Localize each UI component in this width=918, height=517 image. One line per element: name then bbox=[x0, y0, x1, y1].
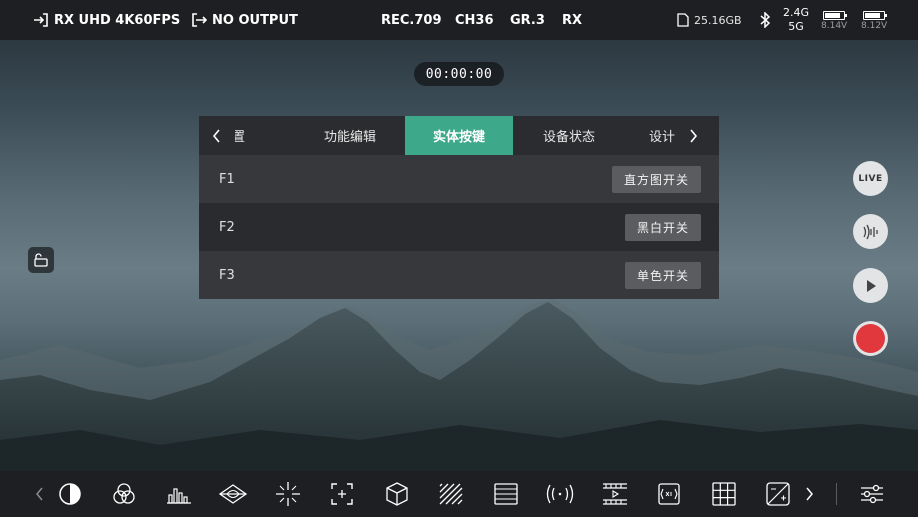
sd-card-icon bbox=[677, 13, 689, 27]
waveform-icon bbox=[494, 483, 518, 505]
record-dot-icon bbox=[856, 324, 885, 353]
toolbar-divider bbox=[836, 483, 837, 505]
tab-settings[interactable]: 设置 bbox=[219, 116, 279, 155]
rx-resolution-label: RX UHD 4K60FPS bbox=[54, 12, 181, 28]
tab-design-label: 设计 bbox=[649, 130, 676, 145]
tab-function-edit[interactable]: 功能编辑 bbox=[295, 116, 405, 155]
peaking-tool-button[interactable] bbox=[52, 471, 88, 517]
chevron-left-icon bbox=[36, 487, 43, 501]
button-key-label: F2 bbox=[219, 219, 235, 235]
timecode-display: 00:00:00 bbox=[414, 62, 504, 86]
menu-tab-bar: 设置 功能编辑 实体按键 设备状态 设计 bbox=[199, 116, 719, 155]
battery-1-status: 8.14V bbox=[821, 0, 847, 40]
button-row-f2: F2 黑白开关 bbox=[199, 203, 719, 251]
live-button[interactable]: LIVE bbox=[853, 161, 888, 196]
zebra-icon bbox=[439, 483, 463, 505]
lut-tool-button[interactable] bbox=[379, 471, 415, 517]
chevron-right-icon bbox=[806, 487, 813, 501]
zebra-tool-button[interactable] bbox=[433, 471, 469, 517]
button-key-label: F1 bbox=[219, 171, 235, 187]
lut-cube-icon bbox=[386, 482, 408, 506]
gr-label[interactable]: GR.3 bbox=[510, 0, 545, 40]
battery-1-icon bbox=[823, 10, 848, 20]
tab-physical-buttons-label: 实体按键 bbox=[432, 130, 485, 145]
mode-label[interactable]: RX bbox=[562, 0, 582, 40]
chevron-right-icon bbox=[690, 128, 698, 143]
vectorscope-tool-button[interactable] bbox=[215, 471, 251, 517]
chevron-left-icon bbox=[212, 128, 220, 143]
bluetooth-icon bbox=[760, 12, 771, 28]
bluetooth-status[interactable] bbox=[759, 0, 771, 40]
battery-1-voltage: 8.14V bbox=[821, 20, 848, 31]
audio-wave-icon bbox=[862, 224, 878, 239]
tab-device-status-label: 设备状态 bbox=[542, 130, 595, 145]
top-status-bar: RX UHD 4K60FPS NO OUTPUT REC.709 CH36 GR… bbox=[0, 0, 918, 40]
battery-2-status: 8.12V bbox=[861, 0, 887, 40]
output-status[interactable]: NO OUTPUT bbox=[191, 0, 298, 40]
frame-guide-tool-button[interactable] bbox=[597, 471, 633, 517]
film-icon bbox=[603, 483, 627, 505]
exposure-icon bbox=[766, 482, 790, 506]
histogram-tool-button[interactable] bbox=[161, 471, 197, 517]
band-24g: 2.4G bbox=[783, 6, 810, 19]
output-label: NO OUTPUT bbox=[212, 12, 298, 28]
storage-status[interactable]: 25.16GB bbox=[677, 0, 742, 40]
crosshair-icon bbox=[276, 482, 300, 506]
settings-sliders-button[interactable] bbox=[854, 471, 890, 517]
settings-menu-panel: 设置 功能编辑 实体按键 设备状态 设计 F1 直方图开关 F2 黑白开 bbox=[199, 116, 719, 299]
tab-scroll-right-button[interactable] bbox=[675, 116, 711, 155]
rgb-circles-icon bbox=[113, 483, 135, 504]
audio-button[interactable] bbox=[853, 214, 888, 249]
focus-assist-tool-button[interactable] bbox=[324, 471, 360, 517]
button-key-label: F3 bbox=[219, 267, 235, 283]
toolbar-scroll-right-button[interactable] bbox=[791, 471, 827, 517]
color-space-label[interactable]: REC.709 bbox=[381, 0, 442, 40]
unlock-icon bbox=[34, 253, 48, 267]
anamorphic-icon bbox=[658, 483, 680, 505]
grid-icon bbox=[712, 482, 736, 506]
battery-2-icon bbox=[863, 10, 888, 20]
anamorphic-tool-button[interactable] bbox=[651, 471, 687, 517]
bottom-tool-bar bbox=[0, 471, 918, 517]
f3-assign-button[interactable]: 单色开关 bbox=[624, 261, 701, 289]
button-row-f1: F1 直方图开关 bbox=[199, 155, 719, 203]
audio-wave-icon bbox=[546, 484, 574, 504]
wifi-band-status[interactable]: 2.4G 5G bbox=[783, 0, 809, 40]
tab-scroll-left-button[interactable] bbox=[199, 116, 235, 155]
live-label: LIVE bbox=[858, 173, 883, 184]
tab-device-status[interactable]: 设备状态 bbox=[513, 116, 625, 155]
record-button[interactable] bbox=[853, 321, 888, 356]
histogram-icon bbox=[167, 488, 191, 504]
contrast-icon bbox=[59, 483, 81, 505]
band-5g: 5G bbox=[788, 20, 804, 33]
screen-lock-button[interactable] bbox=[28, 247, 54, 273]
sliders-icon bbox=[861, 484, 883, 504]
storage-remaining: 25.16GB bbox=[694, 13, 742, 27]
tab-physical-buttons[interactable]: 实体按键 bbox=[405, 116, 513, 155]
tab-function-edit-label: 功能编辑 bbox=[323, 130, 376, 145]
grid-tool-button[interactable] bbox=[706, 471, 742, 517]
waveform-tool-button[interactable] bbox=[488, 471, 524, 517]
center-marker-tool-button[interactable] bbox=[270, 471, 306, 517]
playback-button[interactable] bbox=[853, 268, 888, 303]
rx-input-status[interactable]: RX UHD 4K60FPS bbox=[33, 0, 180, 40]
f1-assign-button[interactable]: 直方图开关 bbox=[611, 165, 701, 193]
false-color-tool-button[interactable] bbox=[106, 471, 142, 517]
input-arrow-icon bbox=[34, 13, 48, 27]
channel-label[interactable]: CH36 bbox=[455, 0, 494, 40]
output-arrow-icon bbox=[192, 13, 207, 27]
button-row-f3: F3 单色开关 bbox=[199, 251, 719, 299]
focus-frame-icon bbox=[331, 483, 353, 505]
audio-meter-tool-button[interactable] bbox=[542, 471, 578, 517]
play-icon bbox=[866, 279, 876, 292]
f2-assign-button[interactable]: 黑白开关 bbox=[624, 213, 701, 241]
battery-2-voltage: 8.12V bbox=[861, 20, 888, 31]
vectorscope-icon bbox=[218, 484, 248, 504]
